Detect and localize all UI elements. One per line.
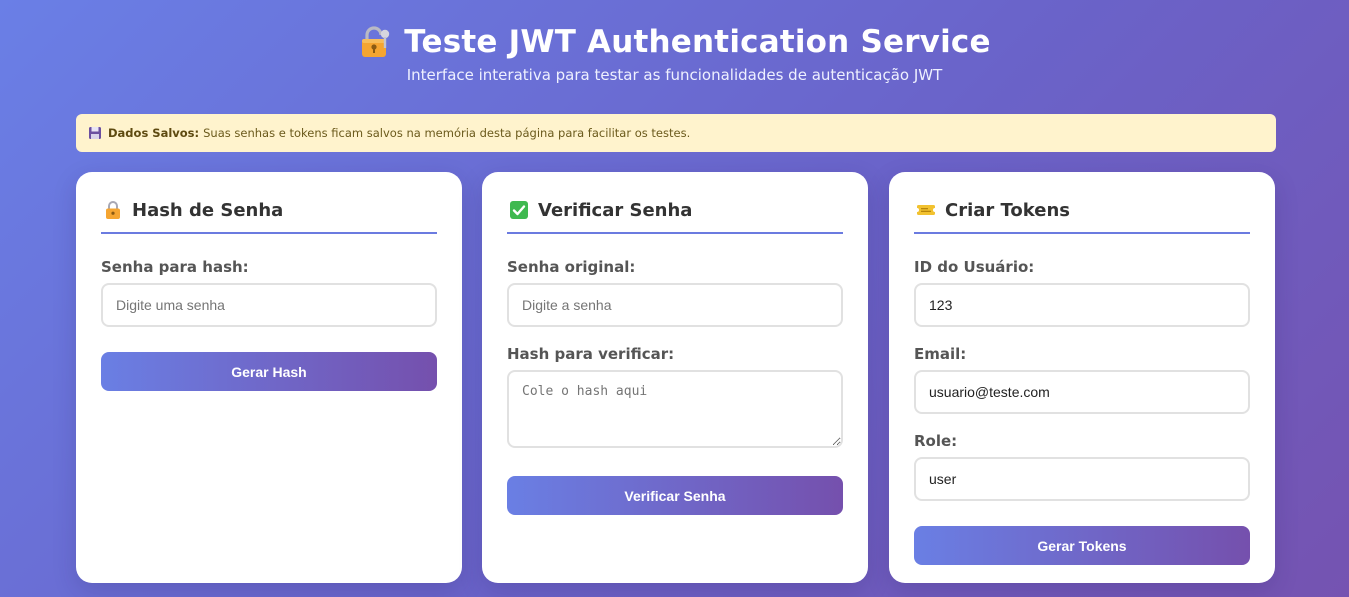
- lock-key-icon: [362, 26, 390, 57]
- generate-hash-button[interactable]: Gerar Hash: [101, 352, 437, 391]
- role-label: Role:: [914, 432, 958, 450]
- saved-data-notice: Dados Salvos: Suas senhas e tokens ficam…: [76, 114, 1276, 152]
- hash-card-header: Hash de Senha: [101, 198, 437, 234]
- tokens-card-title: Criar Tokens: [945, 199, 1071, 221]
- email-label: Email:: [914, 345, 967, 363]
- hash-to-verify-label: Hash para verificar:: [507, 345, 675, 363]
- lock-icon: [106, 201, 120, 219]
- verify-password-button[interactable]: Verificar Senha: [507, 476, 843, 515]
- generate-tokens-button[interactable]: Gerar Tokens: [914, 526, 1250, 565]
- notice-text: Suas senhas e tokens ficam salvos na mem…: [203, 126, 691, 140]
- floppy-disk-icon: [89, 127, 101, 139]
- verify-card-title: Verificar Senha: [538, 199, 693, 221]
- original-password-input[interactable]: [507, 283, 843, 327]
- check-icon: [510, 201, 528, 219]
- verify-password-card: Verificar Senha Senha original: Hash par…: [482, 172, 868, 583]
- hash-password-input[interactable]: [101, 283, 437, 327]
- tokens-card-header: Criar Tokens: [914, 198, 1250, 234]
- original-password-label: Senha original:: [507, 258, 636, 276]
- title-row: Teste JWT Authentication Service: [0, 24, 1349, 60]
- user-id-label: ID do Usuário:: [914, 258, 1035, 276]
- page-title: Teste JWT Authentication Service: [404, 24, 991, 60]
- ticket-icon: [916, 205, 936, 215]
- hash-card-title: Hash de Senha: [132, 199, 284, 221]
- create-tokens-card: Criar Tokens ID do Usuário: Email: Role:…: [889, 172, 1275, 583]
- page-subtitle: Interface interativa para testar as func…: [406, 66, 943, 84]
- hash-password-label: Senha para hash:: [101, 258, 249, 276]
- page-header: Teste JWT Authentication Service Interfa…: [0, 24, 1349, 84]
- hash-to-verify-textarea[interactable]: [507, 370, 843, 448]
- role-input[interactable]: [914, 457, 1250, 501]
- email-input[interactable]: [914, 370, 1250, 414]
- notice-label: Dados Salvos:: [108, 126, 200, 140]
- verify-card-header: Verificar Senha: [507, 198, 843, 234]
- user-id-input[interactable]: [914, 283, 1250, 327]
- hash-password-card: Hash de Senha Senha para hash: Gerar Has…: [76, 172, 462, 583]
